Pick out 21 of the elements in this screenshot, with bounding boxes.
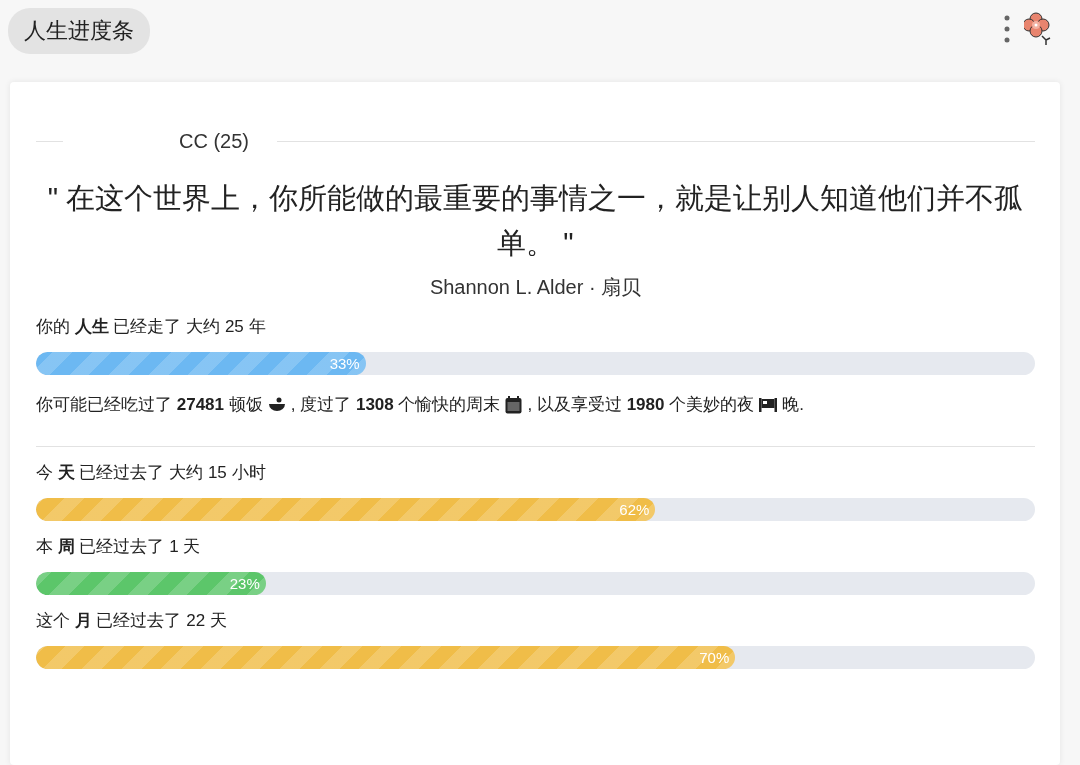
progress-label: 今 天 已经过去了 大约 15 小时 [36, 462, 267, 484]
progress-label: 你的 人生 已经走了 大约 25 年 [36, 316, 267, 338]
stats-text: , 以及享受过 1980 个美妙的夜 [527, 394, 755, 416]
quote-author: Shannon L. Alder · 扇贝 [428, 275, 643, 300]
progress-percent: 62% [619, 501, 651, 518]
progress-percent: 33% [329, 355, 361, 372]
stats-text: , 度过了 1308 个愉快的周末 [290, 394, 501, 416]
flower-icon[interactable] [1024, 12, 1052, 46]
progress-percent: 70% [699, 649, 731, 666]
calendar-icon [505, 395, 523, 414]
more-icon[interactable] [1004, 15, 1010, 43]
stats-text: 晚. [782, 394, 804, 416]
progress-label: 本 周 已经过去了 1 天 [36, 536, 202, 558]
quote-text: " 在这个世界上，你所能做的最重要的事情之一，就是让别人知道他们并不孤单。 " [46, 181, 1025, 261]
bowl-icon [267, 396, 286, 413]
page-title: 人生进度条 [8, 8, 150, 54]
progress-label: 这个 月 已经过去了 22 天 [36, 610, 228, 632]
stats-text: 你可能已经吃过了 27481 顿饭 [36, 394, 263, 416]
progress-percent: 23% [229, 575, 261, 592]
user-name: CC (25) [179, 129, 249, 153]
bed-icon [759, 397, 778, 412]
